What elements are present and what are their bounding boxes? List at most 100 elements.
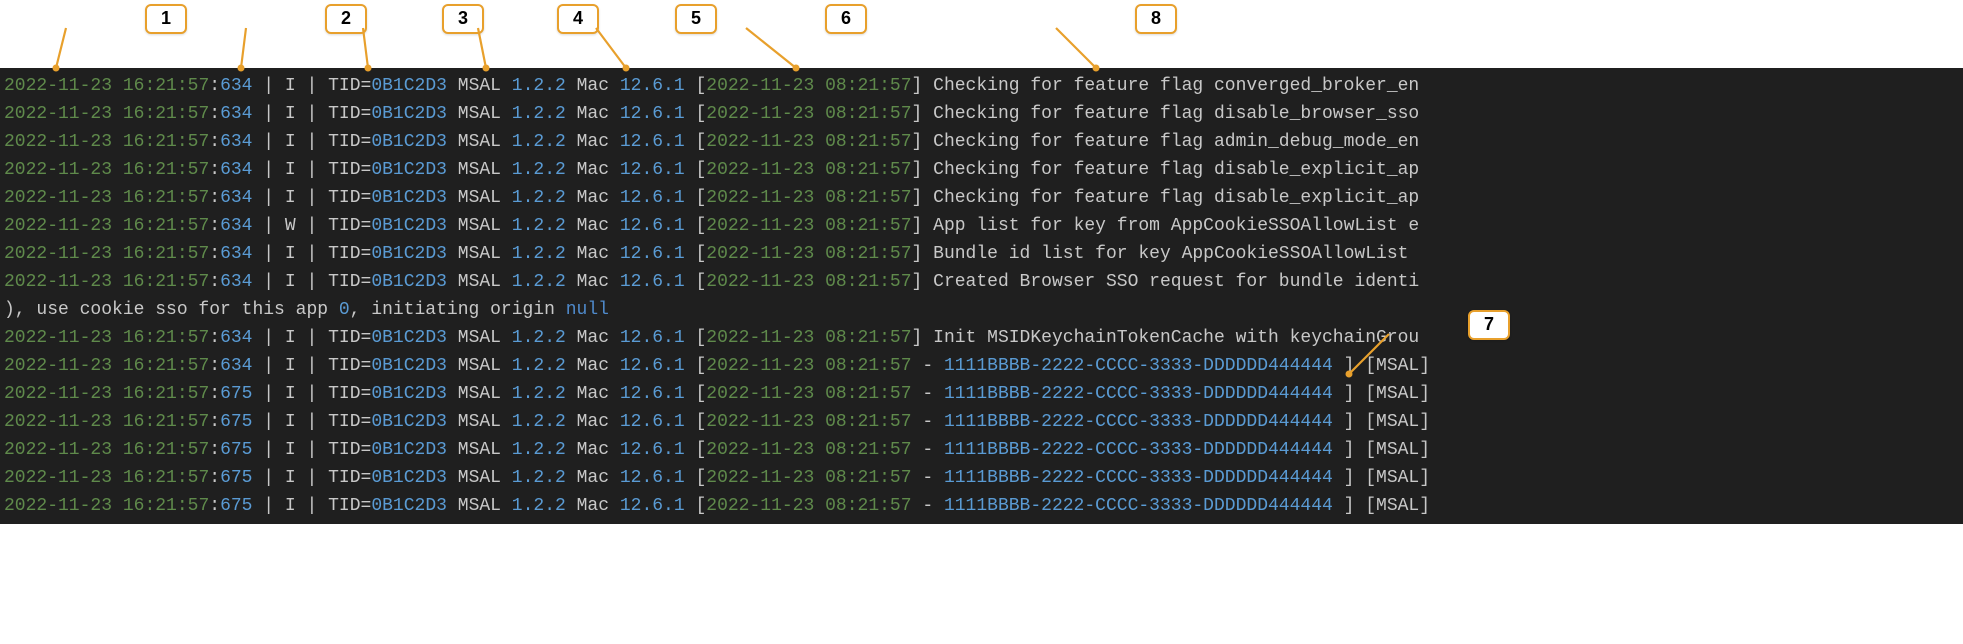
log-os-name: Mac [577,216,609,236]
log-tid-label: TID= [328,384,371,404]
log-inner-date: 2022-11-23 [706,496,814,516]
log-time: 16:21:57 [123,384,209,404]
log-suffix: [MSAL] [1365,356,1430,376]
log-lib-version: 1.2.2 [512,244,566,264]
log-level: I [285,160,296,180]
log-inner-date: 2022-11-23 [706,132,814,152]
log-inner-date: 2022-11-23 [706,328,814,348]
log-message: Checking for feature flag disable_explic… [933,160,1419,180]
log-os-version: 12.6.1 [620,468,685,488]
log-os-version: 12.6.1 [620,188,685,208]
log-date: 2022-11-23 [4,328,112,348]
log-time: 16:21:57 [123,468,209,488]
log-inner-time: 08:21:57 [825,384,911,404]
log-suffix: [MSAL] [1365,496,1430,516]
annotation-callout-2: 2 [325,4,367,34]
log-line: 2022-11-23 16:21:57:675 | I | TID=0B1C2D… [4,464,1963,492]
log-suffix: [MSAL] [1365,412,1430,432]
log-os-name: Mac [577,132,609,152]
log-os-name: Mac [577,188,609,208]
log-tid-label: TID= [328,440,371,460]
log-lib-name: MSAL [458,272,501,292]
log-message: Checking for feature flag admin_debug_mo… [933,132,1419,152]
log-inner-time: 08:21:57 [825,496,911,516]
log-inner-date: 2022-11-23 [706,104,814,124]
log-tid: 0B1C2D3 [371,244,447,264]
log-date: 2022-11-23 [4,412,112,432]
log-milliseconds: 634 [220,132,252,152]
log-lib-name: MSAL [458,244,501,264]
log-suffix: [MSAL] [1365,440,1430,460]
annotation-callout-6: 6 [825,4,867,34]
log-correlation-guid: 1111BBBB-2222-CCCC-3333-DDDDDD444444 [944,440,1333,460]
log-os-version: 12.6.1 [620,132,685,152]
log-line: 2022-11-23 16:21:57:634 | I | TID=0B1C2D… [4,184,1963,212]
log-tid-label: TID= [328,272,371,292]
log-tid-label: TID= [328,412,371,432]
log-inner-date: 2022-11-23 [706,272,814,292]
log-lib-version: 1.2.2 [512,356,566,376]
log-date: 2022-11-23 [4,272,112,292]
log-os-name: Mac [577,328,609,348]
log-inner-time: 08:21:57 [825,160,911,180]
log-os-name: Mac [577,160,609,180]
log-date: 2022-11-23 [4,104,112,124]
annotation-leader-line [746,28,946,88]
log-line: 2022-11-23 16:21:57:675 | I | TID=0B1C2D… [4,380,1963,408]
annotation-callout-5: 5 [675,4,717,34]
log-date: 2022-11-23 [4,356,112,376]
log-correlation-guid: 1111BBBB-2222-CCCC-3333-DDDDDD444444 [944,384,1333,404]
log-time: 16:21:57 [123,244,209,264]
log-os-version: 12.6.1 [620,272,685,292]
log-os-name: Mac [577,244,609,264]
log-tid-label: TID= [328,188,371,208]
log-os-version: 12.6.1 [620,216,685,236]
log-tid: 0B1C2D3 [371,328,447,348]
log-line: 2022-11-23 16:21:57:634 | I | TID=0B1C2D… [4,268,1963,296]
log-message: Init MSIDKeychainTokenCache with keychai… [933,328,1419,348]
log-lib-version: 1.2.2 [512,384,566,404]
log-lib-name: MSAL [458,468,501,488]
log-tid: 0B1C2D3 [371,104,447,124]
log-inner-time: 08:21:57 [825,104,911,124]
log-os-name: Mac [577,384,609,404]
log-level: I [285,244,296,264]
log-inner-time: 08:21:57 [825,188,911,208]
log-os-name: Mac [577,272,609,292]
log-os-version: 12.6.1 [620,244,685,264]
log-inner-time: 08:21:57 [825,356,911,376]
log-level: I [285,356,296,376]
log-tid-label: TID= [328,244,371,264]
log-inner-date: 2022-11-23 [706,188,814,208]
log-inner-time: 08:21:57 [825,272,911,292]
log-milliseconds: 675 [220,384,252,404]
log-os-version: 12.6.1 [620,328,685,348]
log-time: 16:21:57 [123,356,209,376]
log-inner-date: 2022-11-23 [706,468,814,488]
log-inner-date: 2022-11-23 [706,160,814,180]
log-tid: 0B1C2D3 [371,496,447,516]
log-date: 2022-11-23 [4,216,112,236]
log-date: 2022-11-23 [4,384,112,404]
log-number: 0 [339,300,350,320]
log-tid-label: TID= [328,356,371,376]
log-lib-version: 1.2.2 [512,412,566,432]
log-time: 16:21:57 [123,216,209,236]
log-tid-label: TID= [328,132,371,152]
annotation-leader-line [1056,28,1256,88]
log-tid: 0B1C2D3 [371,412,447,432]
log-lib-name: MSAL [458,384,501,404]
log-inner-date: 2022-11-23 [706,384,814,404]
log-milliseconds: 675 [220,468,252,488]
log-inner-time: 08:21:57 [825,412,911,432]
log-message: Created Browser SSO request for bundle i… [933,272,1419,292]
log-os-name: Mac [577,496,609,516]
log-message: Checking for feature flag disable_browse… [933,104,1419,124]
log-line: 2022-11-23 16:21:57:634 | I | TID=0B1C2D… [4,324,1963,352]
log-tid: 0B1C2D3 [371,160,447,180]
log-lib-version: 1.2.2 [512,496,566,516]
log-message: ), use cookie sso for this app [4,300,339,320]
log-tid-label: TID= [328,328,371,348]
log-os-version: 12.6.1 [620,160,685,180]
log-level: I [285,496,296,516]
